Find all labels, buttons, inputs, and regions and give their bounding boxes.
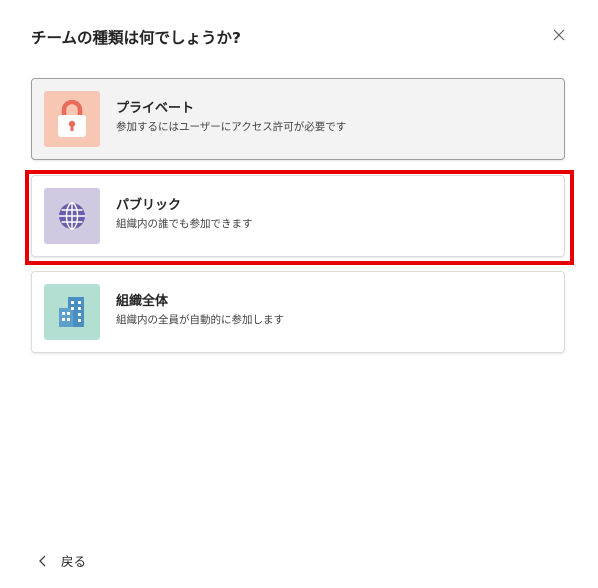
option-name: 組織全体 — [116, 294, 169, 309]
option-name: パブリック — [116, 198, 182, 213]
team-type-public-option[interactable]: パブリック 組織内の誰でも参加できます — [31, 175, 565, 257]
chevron-left-icon — [39, 555, 46, 566]
option-description: 組織内の全員が自動的に参加します — [116, 314, 284, 326]
option-description: 参加するにはユーザーにアクセス許可が必要です — [116, 121, 347, 133]
globe-icon — [59, 202, 85, 230]
building-icon — [59, 297, 84, 327]
private-tile — [44, 91, 100, 147]
lock-icon — [58, 100, 86, 137]
dialog-title: チームの種類は何でしょうか? — [31, 29, 242, 47]
org-wide-tile — [44, 284, 100, 340]
option-name: プライベート — [116, 101, 195, 116]
back-button[interactable]: 戻る — [38, 551, 86, 570]
team-type-org-wide-option[interactable]: 組織全体 組織内の全員が自動的に参加します — [31, 271, 565, 353]
close-button[interactable] — [551, 27, 567, 43]
option-description: 組織内の誰でも参加できます — [116, 218, 253, 230]
team-type-private-option[interactable]: プライベート 参加するにはユーザーにアクセス許可が必要です — [31, 78, 565, 160]
public-tile — [44, 188, 100, 244]
close-icon — [553, 29, 565, 41]
back-label: 戻る — [61, 554, 87, 569]
